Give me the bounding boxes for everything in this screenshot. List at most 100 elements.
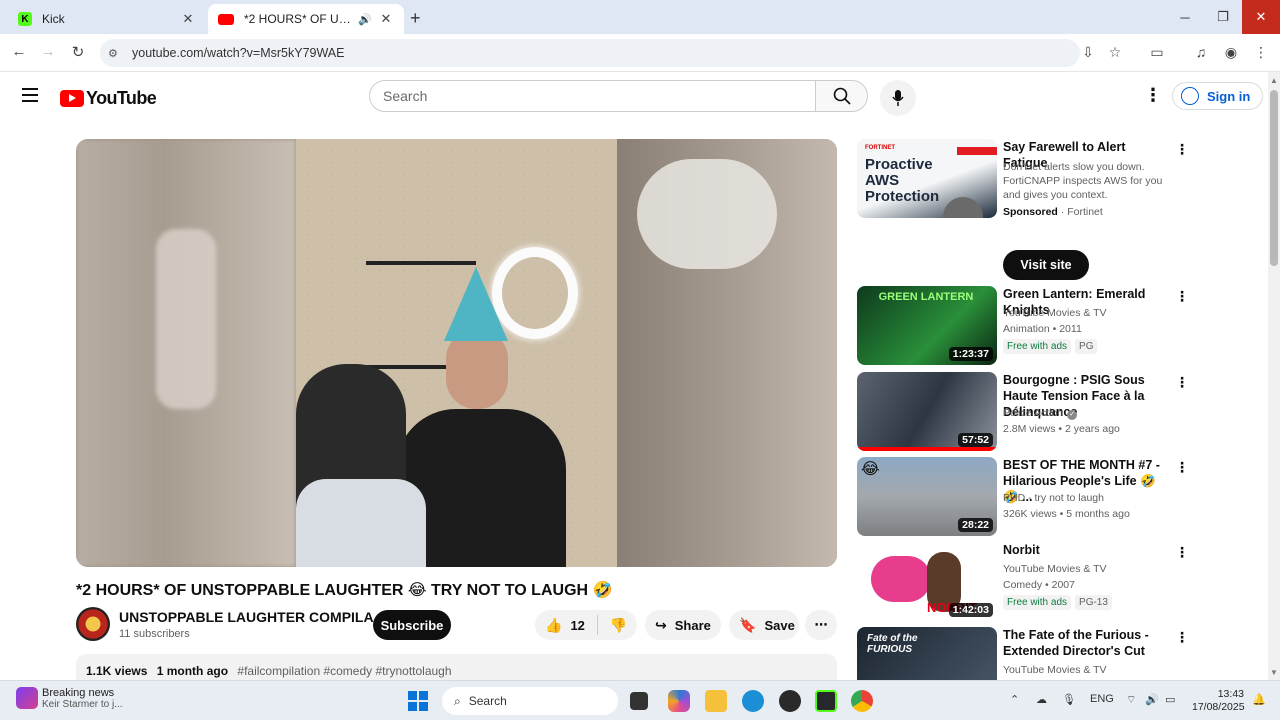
account-icon	[1181, 87, 1199, 105]
tab-title: *2 HOURS* OF UNSTOPPABLE LAUGHTER 🤣 TRY …	[244, 12, 358, 26]
kick-icon: K	[18, 12, 32, 26]
sign-in-button[interactable]: Sign in	[1172, 82, 1264, 110]
close-tab-icon[interactable]: ✕	[180, 11, 196, 27]
like-dislike-group: 👍 12 👎	[535, 610, 637, 640]
file-explorer-icon[interactable]	[705, 690, 727, 712]
video-title[interactable]: The Fate of the Furious - Extended Direc…	[1003, 627, 1171, 659]
ad-brand-text: FORTINET	[865, 145, 895, 151]
chrome-icon[interactable]	[851, 690, 873, 712]
scroll-down-icon[interactable]: ▼	[1270, 668, 1278, 677]
copilot-icon[interactable]	[668, 690, 690, 712]
more-vertical-icon[interactable]: ⋮	[1175, 374, 1189, 391]
edge-icon[interactable]	[742, 690, 764, 712]
more-actions-button[interactable]: ⋯	[805, 610, 837, 640]
bookmark-star-icon[interactable]: ☆	[1106, 44, 1124, 61]
clock[interactable]: 13:43 17/08/2025	[1192, 688, 1245, 714]
split-view-icon[interactable]: ▭	[1148, 44, 1166, 61]
settings-menu-icon[interactable]: ⋮	[1144, 86, 1162, 104]
ad-thumbnail[interactable]: FORTINET Proactive AWS Protection	[857, 139, 997, 218]
visit-site-button[interactable]: Visit site	[1003, 250, 1089, 280]
search-button[interactable]	[815, 80, 868, 112]
news-widget[interactable]: Breaking news Keir Starmer to j...	[16, 687, 123, 710]
more-vertical-icon[interactable]: ⋮	[1175, 141, 1189, 158]
reload-icon[interactable]: ↻	[68, 43, 88, 61]
battery-icon[interactable]: ▭	[1165, 693, 1175, 706]
list-item[interactable]: GREEN LANTERN 1:23:37 Green Lantern: Eme…	[857, 286, 1189, 366]
back-icon[interactable]: ←	[9, 43, 29, 60]
video-thumbnail[interactable]: GREEN LANTERN 1:23:37	[857, 286, 997, 365]
browser-menu-icon[interactable]: ⋮	[1252, 44, 1270, 61]
free-with-ads-badge: Free with ads	[1003, 339, 1072, 354]
onedrive-icon[interactable]: ☁	[1036, 693, 1047, 706]
kick-app-icon[interactable]	[815, 690, 837, 712]
language-indicator[interactable]: ENG	[1090, 693, 1114, 705]
hashtags[interactable]: #failcompilation #comedy #trynottolaugh	[237, 664, 451, 678]
tab-youtube[interactable]: *2 HOURS* OF UNSTOPPABLE LAUGHTER 🤣 TRY …	[208, 4, 404, 34]
search-input[interactable]: Search	[369, 80, 816, 112]
video-title[interactable]: Norbit	[1003, 542, 1171, 558]
thumbs-down-icon[interactable]: 👎	[610, 617, 627, 634]
channel-name[interactable]: UNSTOPPABLE LAUGHTER COMPILA...	[119, 609, 385, 625]
windows-start-icon[interactable]	[408, 691, 428, 711]
media-control-icon[interactable]: ♫	[1192, 44, 1210, 60]
channel-name[interactable]: YouTube Movies & TV	[1003, 307, 1107, 319]
more-vertical-icon[interactable]: ⋮	[1175, 544, 1189, 561]
notifications-icon[interactable]: 🔔	[1252, 693, 1266, 706]
site-info-icon[interactable]: ⚙	[108, 47, 124, 60]
thumbs-up-icon[interactable]: 👍	[545, 617, 562, 634]
channel-name[interactable]: YouTube Movies & TV	[1003, 664, 1107, 676]
more-vertical-icon[interactable]: ⋮	[1175, 288, 1189, 305]
app-icon[interactable]	[779, 690, 801, 712]
youtube-logo[interactable]: YouTube	[60, 88, 157, 109]
channel-name[interactable]: Police Action	[1003, 407, 1063, 419]
close-tab-icon[interactable]: ✕	[378, 11, 394, 27]
video-thumbnail[interactable]: Fate of the FURIOUS	[857, 627, 997, 680]
news-title: Breaking news	[42, 687, 115, 699]
video-player[interactable]	[76, 139, 837, 567]
task-view-icon[interactable]	[630, 692, 648, 710]
profile-icon[interactable]: ◉	[1222, 44, 1240, 61]
sponsored-label: Sponsored	[1003, 206, 1058, 218]
list-item[interactable]: 57:52 Bourgogne : PSIG Sous Haute Tensio…	[857, 372, 1189, 452]
show-hidden-icons[interactable]: ⌃	[1010, 693, 1019, 706]
close-window-icon[interactable]: ✕	[1242, 0, 1280, 34]
wifi-icon[interactable]: ⌔	[1126, 693, 1136, 707]
time: 13:43	[1217, 688, 1244, 700]
channel-avatar[interactable]	[76, 607, 110, 641]
sponsored-ad[interactable]: FORTINET Proactive AWS Protection Say Fa…	[857, 139, 1189, 281]
taskbar-search[interactable]: ⌕ Search	[442, 687, 618, 715]
restore-icon[interactable]: ❐	[1204, 0, 1242, 34]
subscribe-button[interactable]: Subscribe	[373, 610, 451, 640]
save-button[interactable]: 🔖 Save	[729, 610, 799, 640]
video-thumbnail[interactable]: 😂 28:22	[857, 457, 997, 536]
scrollbar-thumb[interactable]	[1270, 90, 1278, 266]
menu-icon[interactable]	[22, 88, 38, 102]
browser-tab-strip: K Kick ✕ *2 HOURS* OF UNSTOPPABLE LAUGHT…	[0, 0, 1280, 34]
forward-icon[interactable]: →	[38, 43, 58, 60]
video-thumbnail[interactable]: NORBIT 1:42:03	[857, 542, 997, 621]
list-item[interactable]: Fate of the FURIOUS The Fate of the Furi…	[857, 627, 1187, 680]
minimize-icon[interactable]: ─	[1166, 0, 1204, 34]
list-item[interactable]: NORBIT 1:42:03 Norbit YouTube Movies & T…	[857, 542, 1189, 622]
more-vertical-icon[interactable]: ⋮	[1175, 459, 1189, 476]
new-tab-icon[interactable]: +	[410, 8, 421, 29]
speaker-icon[interactable]: 🔊	[358, 13, 372, 26]
video-duration: 28:22	[958, 518, 993, 532]
channel-name[interactable]: PHD - try not to laugh	[1003, 492, 1104, 504]
ad-sponsor-line: Sponsored · Fortinet	[1003, 206, 1103, 218]
volume-icon[interactable]: 🔊	[1145, 693, 1159, 706]
tab-kick[interactable]: K Kick ✕	[8, 4, 206, 34]
share-button[interactable]: ↪ Share	[645, 610, 721, 640]
microphone-icon[interactable]: 🎙	[1062, 693, 1076, 706]
channel-name[interactable]: YouTube Movies & TV	[1003, 563, 1107, 575]
more-vertical-icon[interactable]: ⋮	[1175, 629, 1187, 646]
thumb-text: GREEN LANTERN	[878, 291, 974, 303]
page-scrollbar[interactable]: ▲ ▼	[1268, 72, 1280, 680]
install-app-icon[interactable]: ⇩	[1079, 44, 1097, 61]
video-thumbnail[interactable]: 57:52	[857, 372, 997, 451]
list-item[interactable]: 😂 28:22 BEST OF THE MONTH #7 - Hilarious…	[857, 457, 1189, 537]
scroll-up-icon[interactable]: ▲	[1270, 76, 1278, 85]
address-bar[interactable]: ⚙ youtube.com/watch?v=Msr5kY79WAE	[100, 39, 1080, 67]
like-count[interactable]: 12	[570, 618, 584, 633]
voice-search-button[interactable]	[880, 80, 916, 116]
